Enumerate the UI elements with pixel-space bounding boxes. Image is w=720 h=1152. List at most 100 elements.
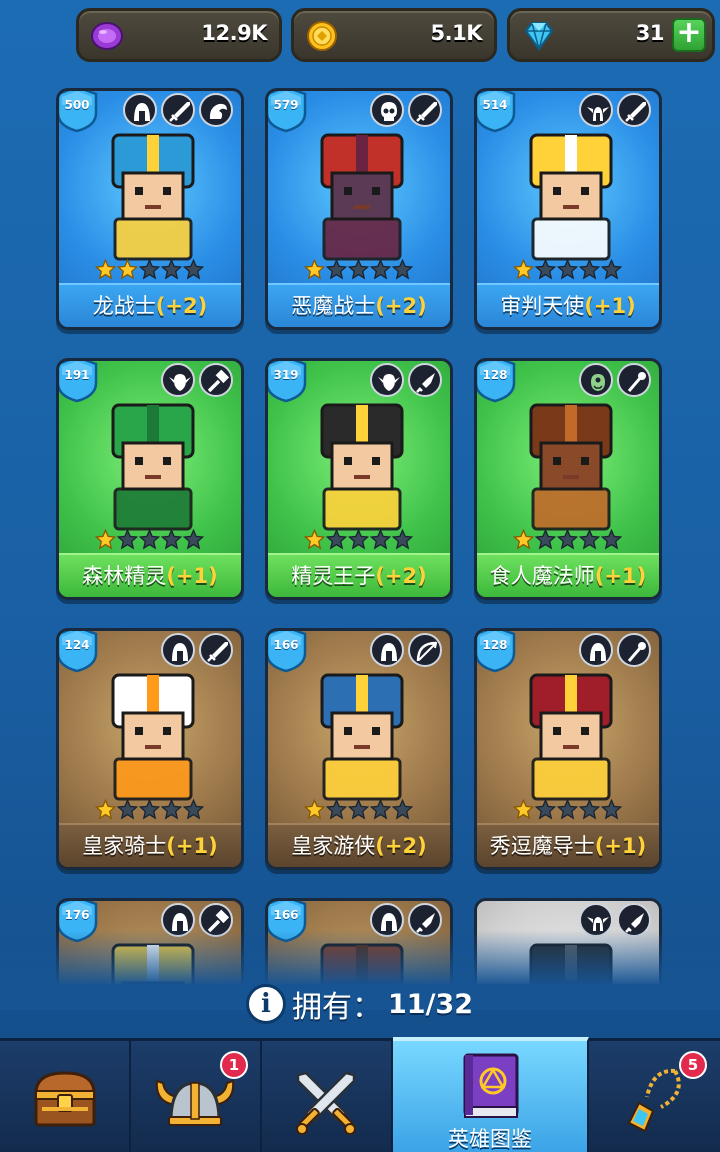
diamond-counter[interactable]: 31 + [507, 8, 715, 62]
winged-helmet-icon [579, 93, 613, 127]
hero-card[interactable]: 128 秀逗魔导士(+1) [474, 628, 662, 870]
hero-tags [123, 93, 233, 127]
star-empty-icon [183, 259, 204, 280]
star-filled-icon [513, 799, 534, 820]
gold-coin-icon [307, 21, 337, 51]
hero-name: 皇家游侠 [291, 834, 376, 858]
hero-tags [370, 93, 442, 127]
hero-card[interactable]: 319 精灵王子(+2) [265, 358, 453, 600]
sword-icon [199, 633, 233, 667]
add-diamonds-button[interactable]: + [672, 18, 706, 52]
star-empty-icon [348, 799, 369, 820]
nav-heroes[interactable]: 1 [131, 1041, 262, 1152]
ogre-icon [579, 363, 613, 397]
hero-nameplate: 审判天使(+1) [477, 283, 659, 327]
hero-card[interactable]: 514 审判天使(+1) [474, 88, 662, 330]
hero-portrait [320, 133, 404, 261]
hero-tags [161, 363, 233, 397]
star-empty-icon [348, 529, 369, 550]
hero-portrait [529, 133, 613, 261]
star-filled-icon [513, 259, 534, 280]
hero-grid: 500 龙战士(+2) 579 恶魔战士(+2) 514 审判天使(+1) 191 森林精灵(… [56, 84, 666, 984]
hero-bonus: (+2) [375, 834, 427, 858]
star-empty-icon [535, 799, 556, 820]
nav-chest[interactable] [0, 1041, 131, 1152]
hero-nameplate: 恶魔战士(+2) [268, 283, 450, 327]
star-empty-icon [392, 799, 413, 820]
star-filled-icon [513, 529, 534, 550]
diamond-value: 31 [635, 21, 665, 45]
hero-card[interactable]: 124 皇家骑士(+1) [56, 628, 244, 870]
level-badge: 128 [477, 631, 517, 673]
hero-bonus: (+2) [155, 294, 208, 318]
star-empty-icon [161, 529, 182, 550]
hero-portrait [320, 403, 404, 531]
hero-nameplate: 精灵王子(+2) [268, 553, 450, 597]
star-empty-icon [601, 529, 622, 550]
hero-name: 食人魔法师 [489, 564, 595, 588]
amulet-badge: 5 [679, 1051, 707, 1079]
purple-gem-counter[interactable]: 12.9K [76, 8, 282, 62]
star-filled-icon [304, 529, 325, 550]
level-badge: 319 [268, 361, 308, 403]
star-empty-icon [117, 799, 138, 820]
level-badge: 514 [477, 91, 517, 133]
level-badge: 500 [59, 91, 99, 133]
star-empty-icon [370, 259, 391, 280]
nav-hero-collection-label: 英雄图鉴 [448, 1127, 532, 1151]
bow-icon [408, 633, 442, 667]
hammer-icon [199, 363, 233, 397]
nav-battle[interactable] [262, 1041, 393, 1152]
star-filled-icon [304, 799, 325, 820]
staff-icon [617, 633, 651, 667]
hero-card[interactable]: 579 恶魔战士(+2) [265, 88, 453, 330]
hero-level: 579 [273, 98, 299, 112]
star-empty-icon [161, 259, 182, 280]
coin-counter[interactable]: 5.1K [291, 8, 497, 62]
hero-name: 森林精灵 [82, 564, 167, 588]
star-rating [304, 529, 413, 551]
hero-portrait [111, 403, 195, 531]
star-filled-icon [117, 259, 138, 280]
hero-nameplate: 皇家骑士(+1) [59, 823, 241, 867]
sword-icon [161, 93, 195, 127]
star-empty-icon [392, 529, 413, 550]
nav-amulet[interactable]: 5 [589, 1041, 720, 1152]
crossed-swords-icon [296, 1071, 356, 1135]
star-empty-icon [161, 799, 182, 820]
hero-name: 龙战士 [92, 294, 156, 318]
helmet-icon [370, 633, 404, 667]
hero-portrait [529, 673, 613, 801]
elf-icon [161, 363, 195, 397]
star-empty-icon [535, 259, 556, 280]
nav-hero-collection[interactable]: 英雄图鉴 [393, 1037, 589, 1152]
elf-icon [370, 363, 404, 397]
hero-card[interactable]: 128 食人魔法师(+1) [474, 358, 662, 600]
star-empty-icon [326, 259, 347, 280]
star-empty-icon [579, 529, 600, 550]
star-empty-icon [183, 799, 204, 820]
star-filled-icon [304, 259, 325, 280]
hero-card[interactable]: 166 皇家游侠(+2) [265, 628, 453, 870]
purple-gem-value: 12.9K [201, 21, 267, 45]
heroes-badge: 1 [220, 1051, 248, 1079]
hero-tags [370, 633, 442, 667]
hero-tags [579, 93, 651, 127]
star-empty-icon [370, 529, 391, 550]
level-badge: 579 [268, 91, 308, 133]
star-filled-icon [95, 529, 116, 550]
star-rating [95, 259, 204, 281]
hero-level: 166 [273, 638, 299, 652]
hero-card[interactable]: 500 龙战士(+2) [56, 88, 244, 330]
star-empty-icon [183, 529, 204, 550]
hero-name: 精灵王子 [291, 564, 376, 588]
spellbook-icon [463, 1053, 519, 1118]
amulet-icon [627, 1068, 681, 1133]
hero-nameplate: 森林精灵(+1) [59, 553, 241, 597]
hero-level: 128 [482, 368, 508, 382]
star-empty-icon [370, 799, 391, 820]
hero-name: 审判天使 [500, 294, 585, 318]
info-icon[interactable]: i [246, 984, 286, 1024]
hero-card[interactable]: 191 森林精灵(+1) [56, 358, 244, 600]
star-empty-icon [139, 529, 160, 550]
